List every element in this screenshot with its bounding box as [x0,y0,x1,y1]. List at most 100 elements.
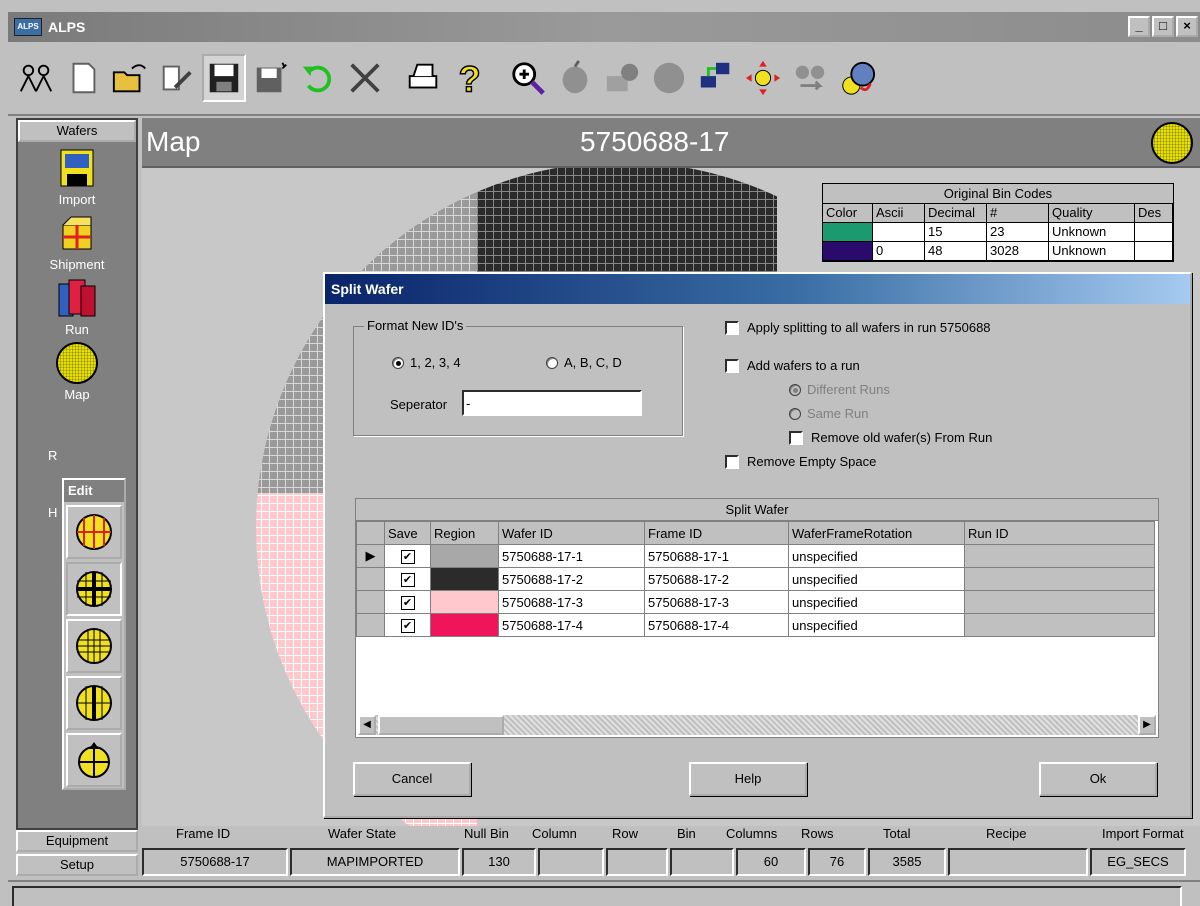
wafer-id-cell[interactable]: 5750688-17-1 [498,544,645,568]
ok-button[interactable]: Ok [1039,762,1157,796]
circle-icon[interactable] [647,54,691,102]
sidebar-item-label: Run [65,322,89,337]
save-checkbox[interactable]: ✔ [400,619,415,633]
network-icon[interactable] [694,54,738,102]
radio-numeric[interactable]: 1, 2, 3, 4 [392,355,461,370]
tab-wafers[interactable]: Wafers [18,120,136,142]
sidebar-item-import[interactable]: Import [18,146,136,207]
close-button[interactable]: × [1176,16,1198,37]
sidebar-item-r[interactable]: R [18,406,136,463]
wafer-id-cell[interactable]: 5750688-17-2 [498,567,645,591]
bin-col-des: Des [1135,204,1173,222]
sidebar-item-label: Shipment [49,257,105,272]
tab-equipment[interactable]: Equipment [16,830,138,852]
status-null-bin: 130 [462,848,536,876]
table-row[interactable]: ✔ 5750688-17-2 5750688-17-2 unspecified [356,567,1155,591]
help-question-icon[interactable]: ? [448,54,492,102]
bin-row[interactable]: 15 23 Unknown [823,223,1173,242]
people-icon[interactable] [14,54,58,102]
sidebar-item-map[interactable]: Map [18,341,136,402]
bin-color-swatch [823,223,873,241]
frame-id-cell[interactable]: 5750688-17-2 [644,567,789,591]
run-id-cell[interactable] [964,590,1155,614]
edit-palette[interactable]: Edit [62,478,126,790]
apple-icon[interactable] [553,54,597,102]
bin-col-ascii: Ascii [873,204,925,222]
save-checkbox[interactable]: ✔ [400,596,415,610]
run-id-cell[interactable] [964,567,1155,591]
help-button[interactable]: Help [689,762,807,796]
apply-all-checkbox[interactable]: Apply splitting to all wafers in run 575… [725,320,991,335]
wafer-thumbnail-icon[interactable] [1148,120,1196,166]
run-id-cell[interactable] [964,544,1155,568]
delete-x-icon[interactable] [343,54,387,102]
status-label-import-format: Import Format [1102,826,1184,841]
remove-old-checkbox[interactable]: Remove old wafer(s) From Run [789,430,992,445]
new-document-icon[interactable] [61,54,105,102]
split-wafer-grid[interactable]: Split Wafer Save Region Wafer ID Frame I… [355,498,1159,738]
add-to-run-checkbox[interactable]: Add wafers to a run [725,358,860,373]
col-rotation[interactable]: WaferFrameRotation [788,521,965,545]
col-run-id[interactable]: Run ID [964,521,1155,545]
split-vertical-button[interactable] [66,505,122,559]
wafer-id-cell[interactable]: 5750688-17-3 [498,590,645,614]
tab-setup[interactable]: Setup [16,854,138,876]
move-arrows-icon[interactable] [741,54,785,102]
save-as-icon[interactable] [249,54,293,102]
split-quarters-button[interactable] [66,562,122,616]
wafer-id-cell[interactable]: 5750688-17-4 [498,613,645,637]
maximize-button[interactable]: □ [1152,16,1174,37]
print-icon[interactable] [401,54,445,102]
radio-different-runs[interactable]: Different Runs [789,382,890,397]
transfer-icon[interactable] [788,54,832,102]
run-id-cell[interactable] [964,613,1155,637]
col-save[interactable]: Save [384,521,431,545]
checkbox-unchecked-icon [789,430,803,445]
rotation-cell[interactable]: unspecified [788,544,965,568]
table-row[interactable]: ▶ ✔ 5750688-17-1 5750688-17-1 unspecifie… [356,544,1155,568]
wafer-rotate-button[interactable] [66,733,122,787]
sidebar-item-run[interactable]: Run [18,276,136,337]
map-user-icon[interactable] [600,54,644,102]
table-row[interactable]: ✔ 5750688-17-3 5750688-17-3 unspecified [356,590,1155,614]
frame-id-cell[interactable]: 5750688-17-4 [644,613,789,637]
separator-input[interactable] [462,390,642,416]
cancel-button[interactable]: Cancel [353,762,471,796]
status-labels: Frame ID Wafer State Null Bin Column Row… [142,826,1200,846]
status-label-row: Row [612,826,639,841]
save-checkbox[interactable]: ✔ [400,550,415,564]
remove-empty-checkbox[interactable]: Remove Empty Space [725,454,876,469]
save-checkbox[interactable]: ✔ [400,573,415,587]
bin-count: 3028 [987,242,1049,260]
radio-same-run[interactable]: Same Run [789,406,868,421]
col-wafer-id[interactable]: Wafer ID [498,521,645,545]
zoom-icon[interactable] [506,54,550,102]
horizontal-scrollbar[interactable]: ◀ ▶ [358,715,1156,735]
rotation-cell[interactable]: unspecified [788,613,965,637]
frame-id-cell[interactable]: 5750688-17-1 [644,544,789,568]
wafer-rotate-icon[interactable] [835,54,879,102]
radio-alpha[interactable]: A, B, C, D [546,355,622,370]
frame-id-cell[interactable]: 5750688-17-3 [644,590,789,614]
col-frame-id[interactable]: Frame ID [644,521,789,545]
split-column-button[interactable] [66,676,122,730]
split-horizontal-button[interactable] [66,619,122,673]
undo-icon[interactable] [296,54,340,102]
format-ids-group: Format New ID's 1, 2, 3, 4 A, B, C, D Se… [353,318,683,436]
bin-row[interactable]: 0 48 3028 Unknown [823,242,1173,261]
scroll-left-icon[interactable]: ◀ [358,715,376,735]
minimize-button[interactable]: _ [1128,16,1150,37]
rotation-cell[interactable]: unspecified [788,567,965,591]
wafer-split-grid-icon [76,628,112,664]
save-disk-icon[interactable] [202,54,246,102]
col-region[interactable]: Region [430,521,499,545]
sidebar-item-shipment[interactable]: Shipment [18,211,136,272]
open-folder-icon[interactable] [108,54,152,102]
status-bin [670,848,734,876]
edit-document-icon[interactable] [155,54,199,102]
rotation-cell[interactable]: unspecified [788,590,965,614]
scroll-thumb[interactable] [378,715,504,735]
table-row[interactable]: ✔ 5750688-17-4 5750688-17-4 unspecified [356,613,1155,637]
scroll-right-icon[interactable]: ▶ [1138,715,1156,735]
radio-selected-icon [789,383,801,396]
